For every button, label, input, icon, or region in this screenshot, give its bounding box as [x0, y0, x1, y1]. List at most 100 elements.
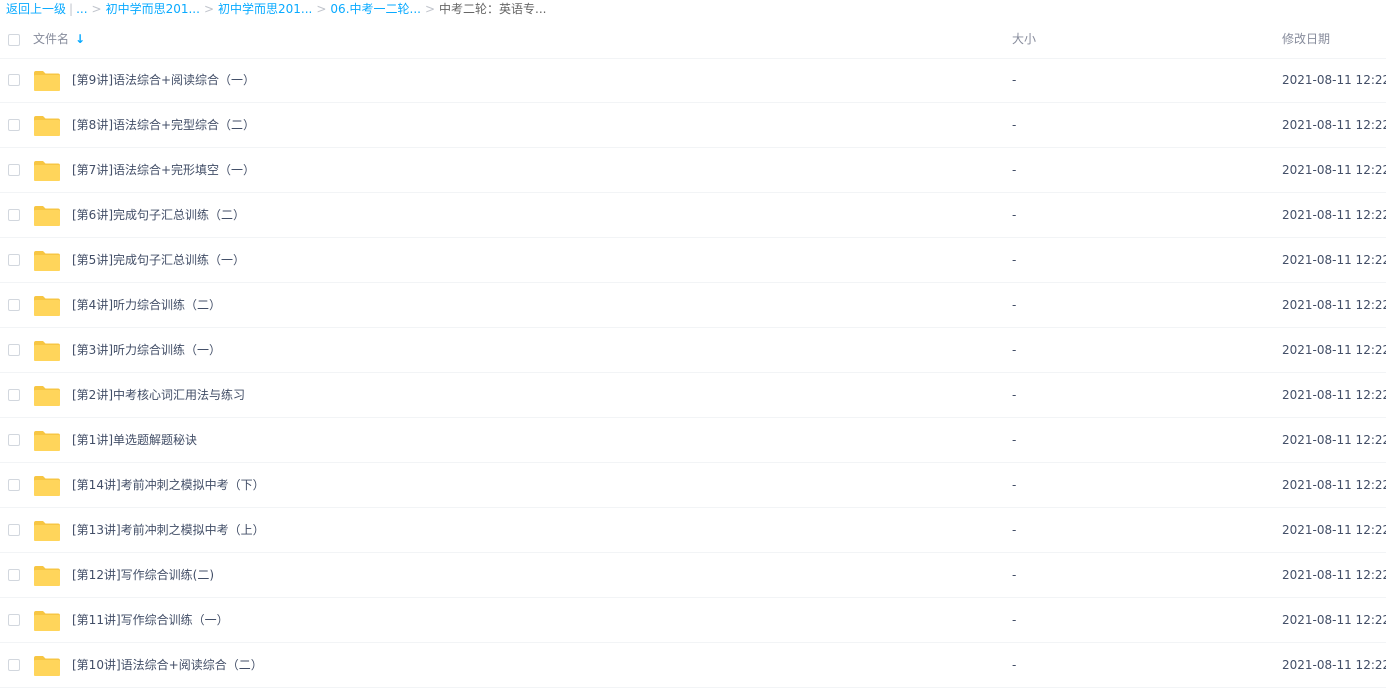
row-checkbox[interactable]	[8, 74, 20, 86]
row-checkbox[interactable]	[8, 344, 20, 356]
breadcrumb-item[interactable]: 初中学而思201...	[106, 2, 200, 16]
file-list: [第9讲]语法综合+阅读综合（一） -2021-08-11 12:22 [第8讲]语…	[0, 58, 1386, 688]
file-size: -	[1012, 478, 1017, 492]
breadcrumb-divider: |	[69, 2, 74, 16]
row-checkbox[interactable]	[8, 299, 20, 311]
file-size: -	[1012, 163, 1017, 177]
file-modified-date: 2021-08-11 12:22	[1282, 568, 1386, 582]
file-name[interactable]: [第11讲]写作综合训练（一）	[72, 598, 229, 642]
breadcrumb-separator: >	[424, 2, 436, 16]
file-modified-date: 2021-08-11 12:22	[1282, 523, 1386, 537]
row-checkbox[interactable]	[8, 209, 20, 221]
folder-icon[interactable]	[33, 655, 61, 677]
file-name[interactable]: [第5讲]完成句子汇总训练（一）	[72, 238, 245, 282]
row-checkbox[interactable]	[8, 659, 20, 671]
breadcrumb-item[interactable]: 06.中考一二轮...	[330, 2, 421, 16]
folder-icon[interactable]	[33, 430, 61, 452]
file-name[interactable]: [第3讲]听力综合训练（一）	[72, 328, 221, 372]
file-name[interactable]: [第12讲]写作综合训练(二)	[72, 553, 214, 597]
breadcrumb-current: 中考二轮：英语专...	[439, 2, 547, 16]
file-modified-date: 2021-08-11 12:22	[1282, 343, 1386, 357]
file-size: -	[1012, 343, 1017, 357]
folder-icon[interactable]	[33, 520, 61, 542]
folder-icon[interactable]	[33, 250, 61, 272]
folder-icon[interactable]	[33, 340, 61, 362]
file-size: -	[1012, 613, 1017, 627]
file-name[interactable]: [第10讲]语法综合+阅读综合（二）	[72, 643, 263, 687]
file-row[interactable]: [第9讲]语法综合+阅读综合（一） - 2021-08-11 12:22	[0, 58, 1386, 103]
row-checkbox[interactable]	[8, 524, 20, 536]
file-name[interactable]: [第8讲]语法综合+完型综合（二）	[72, 103, 255, 147]
file-modified-date: 2021-08-11 12:22	[1282, 118, 1386, 132]
folder-icon[interactable]	[33, 385, 61, 407]
file-row[interactable]: [第4讲]听力综合训练（二） - 2021-08-11 12:22	[0, 283, 1386, 328]
column-header-name-label: 文件名	[33, 32, 70, 46]
row-checkbox[interactable]	[8, 119, 20, 131]
file-row[interactable]: [第8讲]语法综合+完型综合（二） - 2021-08-11 12:22	[0, 103, 1386, 148]
row-checkbox[interactable]	[8, 389, 20, 401]
file-row[interactable]: [第12讲]写作综合训练(二) - 2021-08-11 12:22	[0, 553, 1386, 598]
column-header-date[interactable]: 修改日期	[1282, 20, 1330, 58]
file-size: -	[1012, 523, 1017, 537]
file-name[interactable]: [第7讲]语法综合+完形填空（一）	[72, 148, 255, 192]
file-modified-date: 2021-08-11 12:22	[1282, 298, 1386, 312]
breadcrumb-separator: >	[91, 2, 102, 16]
folder-icon[interactable]	[33, 610, 61, 632]
folder-icon[interactable]	[33, 475, 61, 497]
file-size: -	[1012, 298, 1017, 312]
file-row[interactable]: [第3讲]听力综合训练（一） - 2021-08-11 12:22	[0, 328, 1386, 373]
back-link[interactable]: 返回上一级	[6, 2, 66, 16]
row-checkbox[interactable]	[8, 434, 20, 446]
file-row[interactable]: [第14讲]考前冲刺之模拟中考（下） - 2021-08-11 12:22	[0, 463, 1386, 508]
file-row[interactable]: [第13讲]考前冲刺之模拟中考（上） - 2021-08-11 12:22	[0, 508, 1386, 553]
file-modified-date: 2021-08-11 12:22	[1282, 658, 1386, 672]
file-size: -	[1012, 253, 1017, 267]
file-size: -	[1012, 118, 1017, 132]
file-name[interactable]: [第6讲]完成句子汇总训练（二）	[72, 193, 245, 237]
file-row[interactable]: [第11讲]写作综合训练（一） - 2021-08-11 12:22	[0, 598, 1386, 643]
row-checkbox[interactable]	[8, 254, 20, 266]
breadcrumb-separator: >	[203, 2, 214, 16]
file-size: -	[1012, 568, 1017, 582]
file-name[interactable]: [第4讲]听力综合训练（二）	[72, 283, 221, 327]
select-all-checkbox[interactable]	[8, 34, 20, 46]
breadcrumb-ellipsis[interactable]: ...	[76, 2, 87, 16]
file-row[interactable]: [第2讲]中考核心词汇用法与练习 - 2021-08-11 12:22	[0, 373, 1386, 418]
file-name[interactable]: [第13讲]考前冲刺之模拟中考（上）	[72, 508, 265, 552]
breadcrumb: 返回上一级 |... > 初中学而思201... > 初中学而思201... >06.中考一…	[6, 0, 546, 18]
file-size: -	[1012, 208, 1017, 222]
file-modified-date: 2021-08-11 12:22	[1282, 163, 1386, 177]
file-size: -	[1012, 388, 1017, 402]
breadcrumb-separator: >	[316, 2, 327, 16]
row-checkbox[interactable]	[8, 569, 20, 581]
folder-icon[interactable]	[33, 160, 61, 182]
file-name[interactable]: [第2讲]中考核心词汇用法与练习	[72, 373, 245, 417]
file-row[interactable]: [第5讲]完成句子汇总训练（一） - 2021-08-11 12:22	[0, 238, 1386, 283]
folder-icon[interactable]	[33, 70, 61, 92]
file-row[interactable]: [第1讲]单选题解题秘诀 - 2021-08-11 12:22	[0, 418, 1386, 463]
breadcrumb-item[interactable]: 初中学而思201...	[218, 2, 312, 16]
file-row[interactable]: [第7讲]语法综合+完形填空（一） - 2021-08-11 12:22	[0, 148, 1386, 193]
file-modified-date: 2021-08-11 12:22	[1282, 208, 1386, 222]
row-checkbox[interactable]	[8, 479, 20, 491]
file-name[interactable]: [第1讲]单选题解题秘诀	[72, 418, 197, 462]
row-checkbox[interactable]	[8, 614, 20, 626]
file-size: -	[1012, 658, 1017, 672]
file-name[interactable]: [第14讲]考前冲刺之模拟中考（下）	[72, 463, 265, 507]
folder-icon[interactable]	[33, 115, 61, 137]
file-modified-date: 2021-08-11 12:22	[1282, 253, 1386, 267]
file-modified-date: 2021-08-11 12:22	[1282, 613, 1386, 627]
file-modified-date: 2021-08-11 12:22	[1282, 73, 1386, 87]
file-name[interactable]: [第9讲]语法综合+阅读综合（一）	[72, 58, 255, 102]
folder-icon[interactable]	[33, 295, 61, 317]
file-row[interactable]: [第10讲]语法综合+阅读综合（二） - 2021-08-11 12:22	[0, 643, 1386, 688]
column-header-size[interactable]: 大小	[1012, 20, 1036, 58]
file-size: -	[1012, 73, 1017, 87]
arrow-down-icon[interactable]: ↓	[75, 20, 85, 58]
folder-icon[interactable]	[33, 205, 61, 227]
file-modified-date: 2021-08-11 12:22	[1282, 433, 1386, 447]
folder-icon[interactable]	[33, 565, 61, 587]
row-checkbox[interactable]	[8, 164, 20, 176]
file-row[interactable]: [第6讲]完成句子汇总训练（二） - 2021-08-11 12:22	[0, 193, 1386, 238]
column-header-name[interactable]: 文件名 ↓	[33, 20, 85, 58]
